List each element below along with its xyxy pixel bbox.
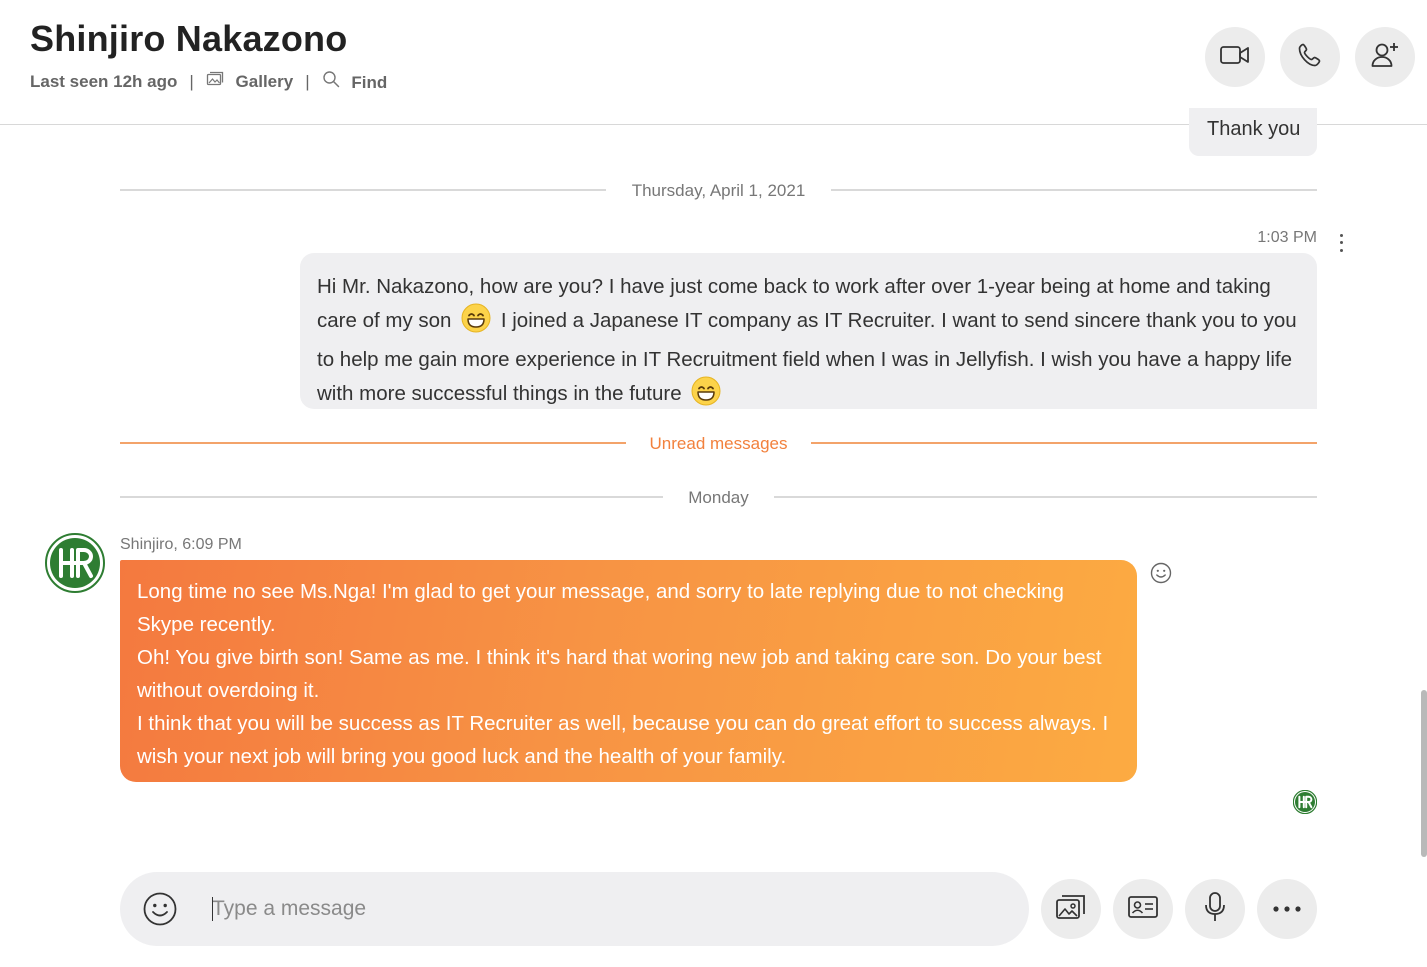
incoming-message-paragraph: Long time no see Ms.Nga! I'm glad to get… — [137, 580, 1064, 636]
unread-divider-label: Unread messages — [649, 434, 788, 453]
search-icon — [322, 70, 340, 88]
find-label: Find — [351, 73, 388, 92]
chat-header: Shinjiro Nakazono Last seen 12h ago | Ga… — [0, 0, 1427, 125]
scrollbar-thumb[interactable] — [1421, 690, 1427, 857]
audio-call-icon — [1297, 42, 1323, 73]
day-divider-line — [774, 496, 1317, 498]
message-input[interactable] — [212, 891, 1002, 927]
grinning-emoji-icon — [691, 376, 721, 416]
send-media-button[interactable] — [1041, 879, 1101, 939]
incoming-message-paragraph: I think that you will be success as IT R… — [137, 712, 1109, 768]
audio-call-button[interactable] — [1280, 27, 1340, 87]
video-call-icon — [1219, 43, 1251, 72]
text-caret — [212, 897, 213, 921]
message-options-icon[interactable] — [1331, 232, 1351, 254]
send-contact-button[interactable] — [1113, 879, 1173, 939]
sender-name-time: Shinjiro, 6:09 PM — [120, 536, 242, 553]
day-divider-line — [120, 496, 663, 498]
more-options-button[interactable] — [1257, 879, 1317, 939]
outgoing-message-bubble[interactable]: Hi Mr. Nakazono, how are you? I have jus… — [300, 253, 1317, 409]
incoming-message-bubble[interactable]: Long time no see Ms.Nga! I'm glad to get… — [120, 560, 1137, 782]
emoji-icon[interactable] — [142, 891, 178, 927]
header-subline: Last seen 12h ago | Gallery | Find — [30, 70, 387, 93]
date-divider-line — [831, 189, 1317, 191]
grinning-emoji-icon — [461, 303, 491, 343]
unread-divider-line — [811, 442, 1317, 444]
video-call-button[interactable] — [1205, 27, 1265, 87]
gallery-label: Gallery — [235, 72, 294, 91]
add-reaction-icon[interactable] — [1150, 562, 1172, 584]
separator: | — [305, 71, 310, 91]
separator: | — [189, 71, 194, 91]
gallery-icon — [206, 71, 224, 87]
message-composer — [120, 872, 1029, 946]
contact-name[interactable]: Shinjiro Nakazono — [30, 18, 347, 60]
last-seen-status: Last seen 12h ago — [30, 71, 178, 91]
voice-message-button[interactable] — [1185, 879, 1245, 939]
more-icon — [1272, 900, 1302, 918]
read-receipt-avatar — [1292, 789, 1318, 815]
previous-message-bubble[interactable]: Thank you — [1189, 108, 1317, 156]
previous-message-text: Thank you — [1207, 118, 1301, 140]
microphone-icon — [1203, 891, 1227, 928]
message-timestamp: 1:03 PM — [1257, 229, 1317, 246]
media-icon — [1055, 893, 1087, 926]
contact-card-icon — [1127, 894, 1159, 925]
gallery-link[interactable]: Gallery — [206, 71, 293, 92]
find-link[interactable]: Find — [322, 70, 388, 93]
date-divider-label: Thursday, April 1, 2021 — [631, 181, 806, 200]
unread-divider-line — [120, 442, 626, 444]
day-divider-label: Monday — [688, 488, 749, 507]
add-person-icon — [1370, 41, 1400, 74]
incoming-message-paragraph: Oh! You give birth son! Same as me. I th… — [137, 646, 1102, 702]
date-divider-line — [120, 189, 606, 191]
add-participant-button[interactable] — [1355, 27, 1415, 87]
avatar[interactable] — [45, 533, 105, 593]
